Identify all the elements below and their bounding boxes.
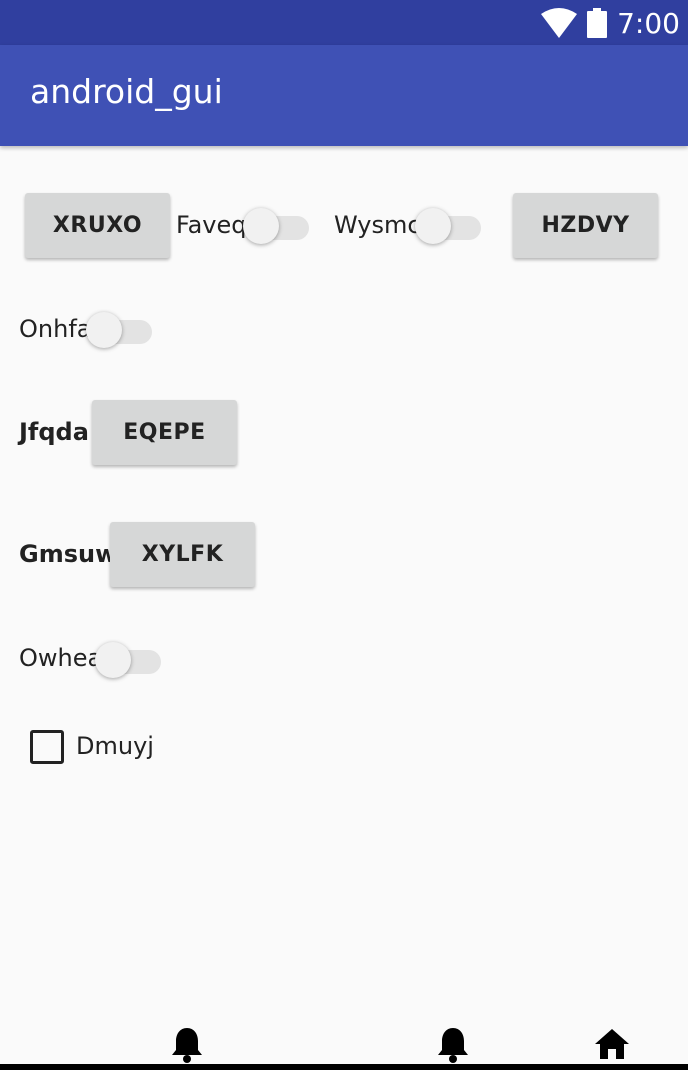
wysmc-switch-label: Wysmc [334, 211, 421, 239]
onhfa-switch[interactable] [86, 308, 152, 348]
home-icon[interactable] [594, 1027, 630, 1061]
status-icons: 7:00 [541, 6, 680, 40]
app-title: android_gui [30, 72, 223, 111]
faveq-switch[interactable] [243, 204, 309, 244]
xylfk-button[interactable]: XYLFK [110, 522, 255, 587]
bell-icon[interactable] [436, 1026, 470, 1064]
owhea-switch-label: Owhea [19, 644, 103, 672]
app-bar: android_gui [0, 45, 688, 146]
gmsuw-label: Gmsuw [19, 540, 118, 568]
xruxo-button[interactable]: XRUXO [25, 193, 170, 258]
wifi-icon [541, 8, 578, 38]
eqepe-button[interactable]: EQEPE [92, 400, 237, 465]
switch-thumb [415, 208, 451, 244]
jfqda-label: Jfqda [19, 418, 89, 446]
nav-bar-divider [0, 1064, 688, 1070]
wysmc-switch[interactable] [415, 204, 481, 244]
status-time: 7:00 [617, 6, 680, 40]
status-bar: 7:00 [0, 0, 688, 45]
onhfa-switch-label: Onhfa [19, 315, 92, 343]
switch-thumb [243, 208, 279, 244]
switch-thumb [86, 312, 122, 348]
dmuyj-checkbox-label: Dmuyj [76, 732, 154, 760]
faveq-switch-label: Faveq [176, 211, 247, 239]
dmuyj-checkbox[interactable] [30, 730, 64, 764]
owhea-switch[interactable] [95, 638, 161, 678]
switch-thumb [95, 642, 131, 678]
battery-icon [587, 8, 608, 38]
bell-icon[interactable] [170, 1026, 204, 1064]
bottom-nav-bar [0, 1020, 688, 1070]
hzdvy-button[interactable]: HZDVY [513, 193, 658, 258]
